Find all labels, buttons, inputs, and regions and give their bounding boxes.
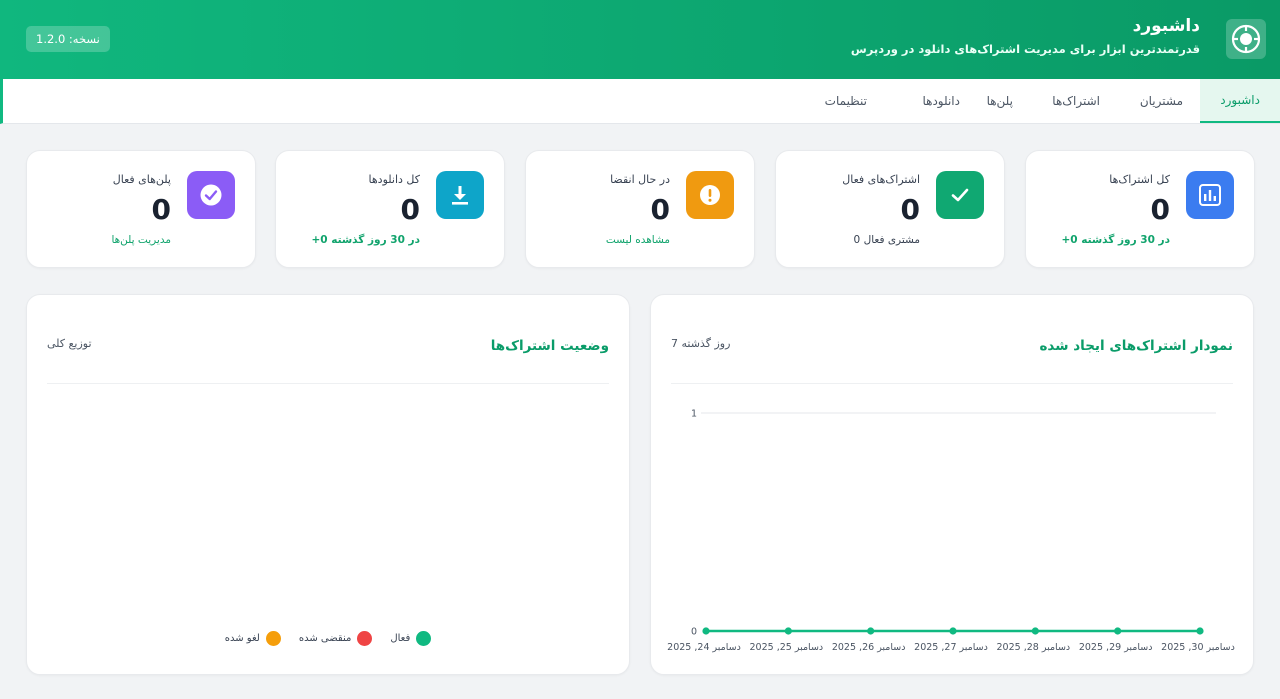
stat-value: 0	[650, 193, 670, 226]
data-point	[867, 627, 875, 635]
tab-plans[interactable]: پلن‌ها	[987, 79, 1013, 123]
stat-label: کل دانلودها	[368, 173, 420, 186]
x-tick-label: دسامبر 29, 2025	[1079, 642, 1153, 653]
stat-card-total-downloads: کل دانلودها 0 +0 در 30 روز گذشته	[275, 150, 505, 268]
stat-footer: 0 مشتری فعال	[853, 234, 920, 246]
stat-label: در حال انقضا	[610, 173, 670, 186]
data-point	[702, 627, 710, 635]
stat-footer: +0 در 30 روز گذشته	[311, 234, 420, 246]
legend-item-cancelled[interactable]: لغو شده	[225, 631, 281, 646]
legend-swatch	[416, 631, 432, 646]
bar-chart-icon	[1199, 184, 1221, 206]
data-point	[1031, 627, 1039, 635]
legend-item-expired[interactable]: منقضی شده	[299, 631, 373, 646]
main-nav: داشبورد مشتریان اشتراک‌ها پلن‌ها دانلوده…	[0, 79, 1280, 124]
tab-subscriptions[interactable]: اشتراک‌ها	[1052, 79, 1100, 123]
tab-dashboard[interactable]: داشبورد	[1200, 79, 1280, 123]
check-circle-icon	[200, 184, 222, 206]
stat-label: اشتراک‌های فعال	[842, 173, 920, 186]
stat-footer: +0 در 30 روز گذشته	[1061, 234, 1170, 246]
stat-card-total-subscriptions: کل اشتراک‌ها 0 +0 در 30 روز گذشته	[1025, 150, 1255, 268]
x-tick-label: دسامبر 30, 2025	[1161, 642, 1235, 653]
stat-value: 0	[900, 193, 920, 226]
card-icon-box	[686, 171, 734, 219]
stat-card-expiring: در حال انقضا 0 مشاهده لیست	[525, 150, 755, 268]
panel-title: وضعیت اشتراک‌ها	[490, 338, 609, 354]
stat-card-active-subscriptions: اشتراک‌های فعال 0 0 مشتری فعال	[775, 150, 1005, 268]
created-subscriptions-panel: نمودار اشتراک‌های ایجاد شده 7 روز گذشته …	[650, 294, 1254, 675]
stat-label: پلن‌های فعال	[112, 173, 171, 186]
legend-label: فعال	[390, 633, 411, 644]
data-point	[784, 627, 792, 635]
data-point	[949, 627, 957, 635]
card-icon-box	[187, 171, 235, 219]
legend-swatch	[357, 631, 373, 646]
stat-value: 0	[1150, 193, 1170, 226]
y-tick-label: 0	[691, 627, 697, 638]
legend-label: منقضی شده	[298, 633, 352, 644]
version-badge: نسخه: 1.2.0	[26, 26, 110, 52]
data-point	[1196, 627, 1204, 635]
tab-settings[interactable]: تنظیمات	[825, 79, 867, 123]
stat-value: 0	[151, 193, 171, 226]
view-list-link[interactable]: مشاهده لیست	[606, 234, 670, 246]
alert-icon	[700, 185, 720, 205]
y-tick-label: 1	[691, 409, 697, 420]
data-point	[1114, 627, 1122, 635]
tab-customers[interactable]: مشتریان	[1140, 79, 1183, 123]
download-icon	[452, 186, 468, 205]
target-icon	[1231, 24, 1261, 54]
legend-swatch	[265, 631, 281, 646]
subscription-status-panel: وضعیت اشتراک‌ها توزیع کلی فعال منقضی شده…	[26, 294, 630, 675]
line-chart: 0 1 دسامبر 24, 2025 دسامبر 25, 2025 دسامبر 2…	[667, 409, 1235, 654]
card-icon-box	[436, 171, 484, 219]
legend-item-active[interactable]: فعال	[390, 631, 432, 646]
tab-downloads[interactable]: دانلودها	[922, 79, 960, 123]
manage-plans-link[interactable]: مدیریت پلن‌ها	[111, 234, 171, 246]
app-header: داشبورد قدرتمندترین ابزار برای مدیریت اش…	[0, 0, 1280, 79]
x-tick-label: دسامبر 26, 2025	[832, 642, 906, 653]
check-icon	[951, 188, 969, 202]
page-subtitle: قدرتمندترین ابزار برای مدیریت اشتراک‌های…	[850, 42, 1200, 56]
card-icon-box	[1186, 171, 1234, 219]
legend-label: لغو شده	[224, 633, 260, 644]
stat-card-active-plans: پلن‌های فعال 0 مدیریت پلن‌ها	[26, 150, 256, 268]
status-legend: فعال منقضی شده لغو شده	[27, 631, 629, 646]
stat-value: 0	[400, 193, 420, 226]
x-tick-label: دسامبر 25, 2025	[750, 642, 824, 653]
page-title: داشبورد	[1132, 16, 1200, 36]
x-tick-label: دسامبر 24, 2025	[667, 642, 741, 653]
panel-subtitle: توزیع کلی	[47, 337, 92, 350]
card-icon-box	[936, 171, 984, 219]
stat-label: کل اشتراک‌ها	[1109, 173, 1170, 186]
logo	[1226, 19, 1266, 59]
x-tick-label: دسامبر 27, 2025	[914, 642, 988, 653]
x-tick-label: دسامبر 28, 2025	[997, 642, 1071, 653]
divider	[47, 383, 609, 384]
